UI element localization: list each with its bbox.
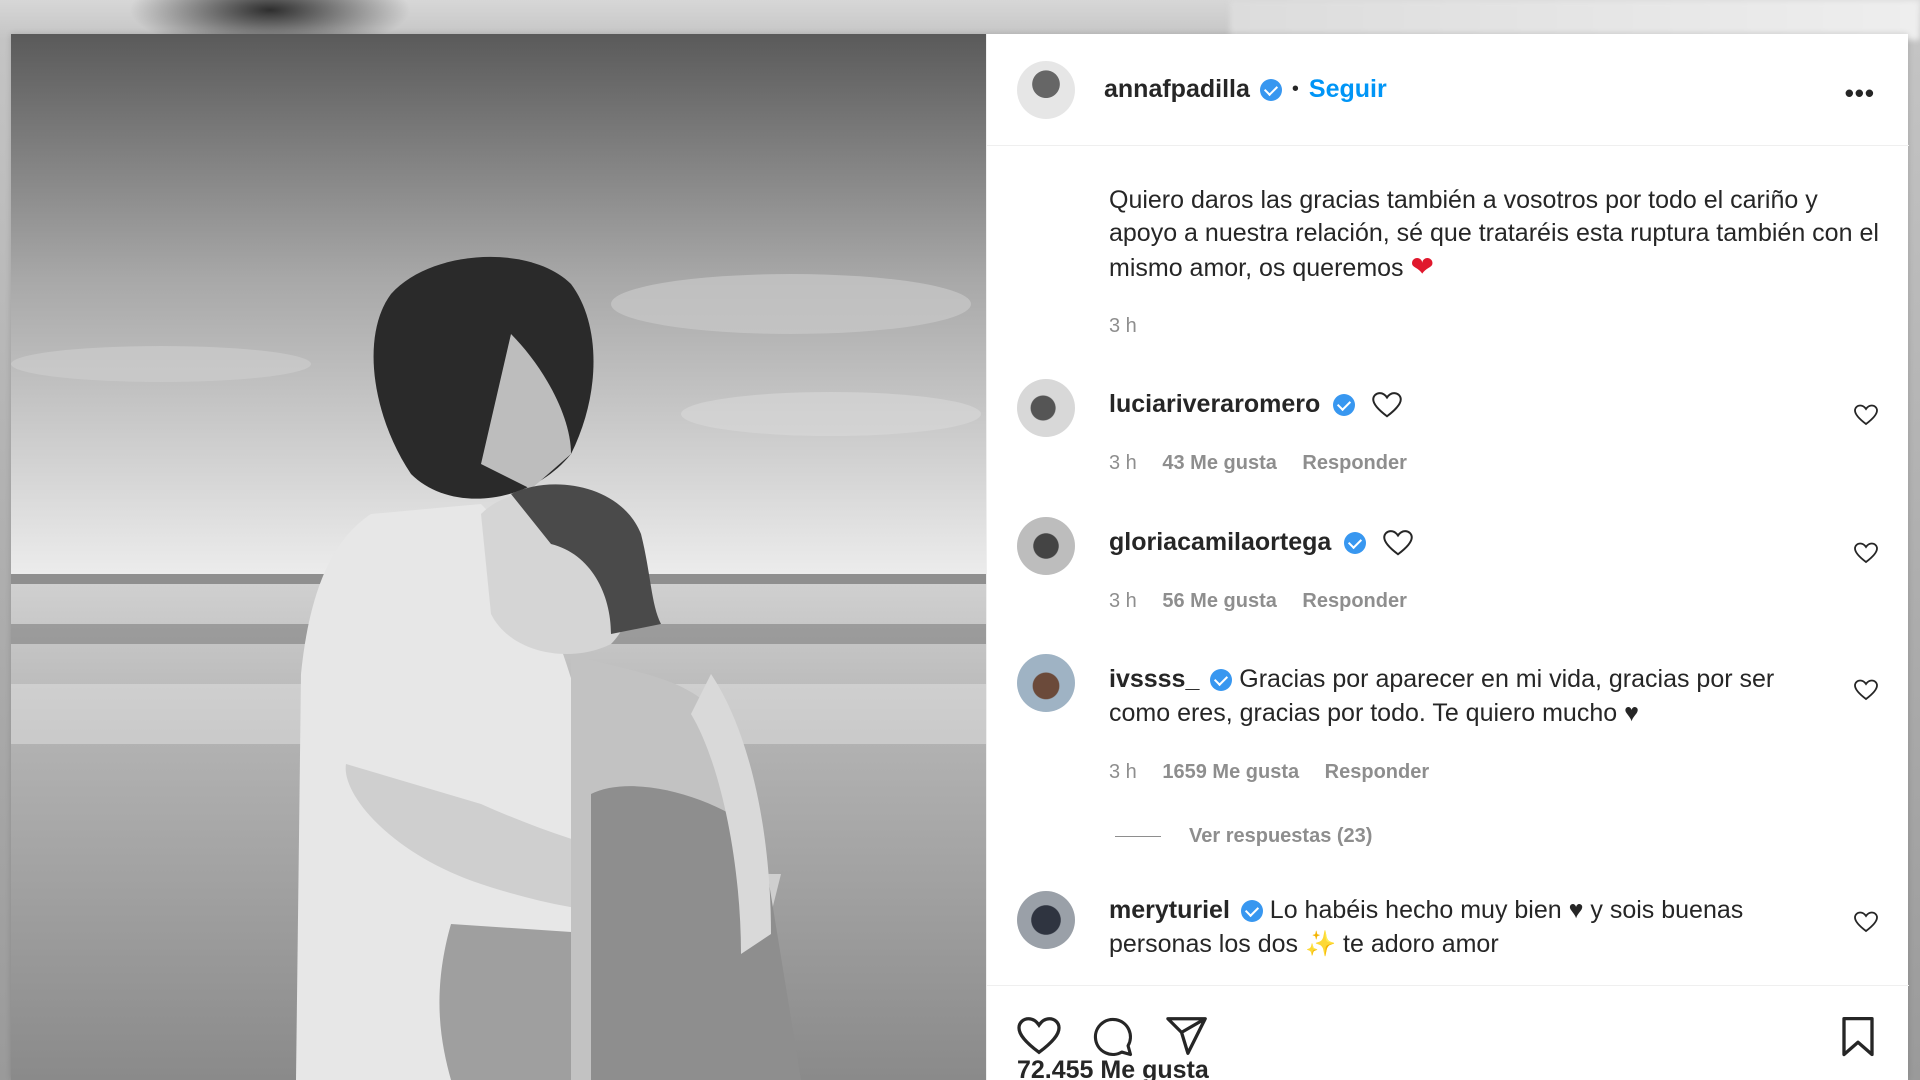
post-caption: Quiero daros las gracias también a vosot… [1109,184,1889,285]
share-icon[interactable] [1165,1016,1209,1056]
commenter-avatar[interactable] [1017,379,1075,437]
author-username[interactable]: annafpadilla [1104,75,1250,104]
like-comment-icon[interactable] [1854,679,1878,701]
post-likes-count[interactable]: 72.455 Me gusta [1017,1056,1209,1080]
commenter-avatar[interactable] [1017,891,1075,949]
comment-meta: 3 h 1659 Me gusta Responder [1109,761,1449,784]
commenter-username[interactable]: meryturiel [1109,896,1230,924]
more-options-icon[interactable]: ••• [1845,78,1875,109]
replies-divider [1115,836,1161,837]
verified-badge-icon [1240,900,1263,923]
commenter-username[interactable]: gloriacamilaortega [1109,528,1331,556]
bookmark-icon[interactable] [1839,1016,1877,1058]
comment-body: gloriacamilaortega [1109,525,1799,559]
separator-dot: • [1291,78,1299,100]
comment-body: meryturiel Lo habéis hecho muy bien ♥ y … [1109,893,1799,961]
comment-body: ivssss_ Gracias por aparecer en mi vida,… [1109,662,1799,730]
verified-badge-icon [1344,532,1367,555]
heart-icon[interactable] [1017,1016,1061,1056]
commenter-username[interactable]: ivssss_ [1109,665,1199,693]
commenter-avatar[interactable] [1017,654,1075,712]
view-replies-label[interactable]: Ver respuestas (23) [1189,825,1372,848]
post-photo [11,34,986,1080]
reply-button[interactable]: Responder [1325,761,1429,783]
heart-outline-icon [1383,530,1413,556]
comment-likes[interactable]: 1659 Me gusta [1162,761,1299,783]
comment-timestamp: 3 h [1109,761,1137,783]
comments-panel: annafpadilla • Seguir ••• Quiero daros l… [986,34,1909,1080]
post-header: annafpadilla • Seguir ••• [987,34,1909,146]
comment-body: luciariveraromero [1109,387,1799,421]
view-replies-button[interactable]: Ver respuestas (23) [1115,825,1372,848]
post-card: annafpadilla • Seguir ••• Quiero daros l… [11,34,1909,1080]
author-avatar[interactable] [1017,60,1075,119]
reply-button[interactable]: Responder [1302,590,1406,612]
comment-timestamp: 3 h [1109,452,1137,474]
comment-likes[interactable]: 43 Me gusta [1162,452,1276,474]
verified-badge-icon [1333,394,1356,417]
red-heart-emoji: ❤ [1410,251,1434,282]
comment-meta: 3 h 43 Me gusta Responder [1109,452,1427,475]
like-comment-icon[interactable] [1854,542,1878,564]
couple-photo-illustration [11,34,986,1080]
comment-meta: 3 h 56 Me gusta Responder [1109,590,1427,613]
comment-icon[interactable] [1091,1016,1135,1058]
like-comment-icon[interactable] [1854,911,1878,933]
caption-text: Quiero daros las gracias también a vosot… [1109,186,1879,282]
caption-timestamp: 3 h [1109,315,1137,337]
comment-likes[interactable]: 56 Me gusta [1162,590,1276,612]
verified-badge-icon [1259,78,1282,101]
reply-button[interactable]: Responder [1302,452,1406,474]
verified-badge-icon [1210,669,1233,692]
comment-timestamp: 3 h [1109,590,1137,612]
heart-outline-icon [1372,392,1402,418]
commenter-username[interactable]: luciariveraromero [1109,390,1320,418]
commenter-avatar[interactable] [1017,517,1075,575]
follow-button[interactable]: Seguir [1309,75,1387,104]
comment-text: Gracias por aparecer en mi vida, gracias… [1109,665,1775,727]
like-comment-icon[interactable] [1854,404,1878,426]
